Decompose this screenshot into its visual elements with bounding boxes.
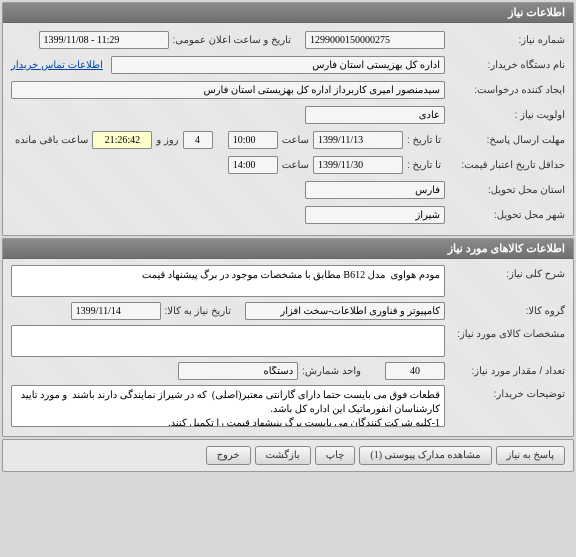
province-label: استان محل تحویل:	[445, 185, 565, 196]
deadline-date-field	[313, 131, 403, 149]
back-button[interactable]: بازگشت	[255, 446, 311, 465]
creator-label: ایجاد کننده درخواست:	[445, 85, 565, 96]
city-field	[305, 206, 445, 224]
need-no-field	[305, 31, 445, 49]
qty-field	[385, 362, 445, 380]
unit-label: واحد شمارش:	[298, 366, 365, 377]
panel1-body: شماره نیاز: تاریخ و ساعت اعلان عمومی: نا…	[3, 23, 573, 235]
deadline-label: مهلت ارسال پاسخ:	[445, 135, 565, 146]
buyer-org-field	[111, 56, 445, 74]
panel1-header: اطلاعات نیاز	[3, 3, 573, 23]
min-valid-label: حداقل تاریخ اعتبار قیمت:	[445, 160, 565, 171]
qty-label: تعداد / مقدار مورد نیاز:	[445, 366, 565, 377]
group-field	[245, 302, 445, 320]
contact-link[interactable]: اطلاعات تماس خریدار	[11, 60, 103, 71]
days-and-label: روز و	[152, 135, 182, 146]
to-date-label-2: تا تاریخ :	[403, 160, 445, 171]
goods-info-panel: اطلاعات کالاهای مورد نیاز شرح کلی نیاز: …	[2, 238, 574, 437]
print-button[interactable]: چاپ	[315, 446, 356, 465]
group-label: گروه کالا:	[445, 306, 565, 317]
priority-field	[305, 106, 445, 124]
public-date-field	[39, 31, 169, 49]
buyer-org-label: نام دستگاه خریدار:	[445, 60, 565, 71]
deadline-time-field	[228, 131, 278, 149]
min-valid-time-field	[228, 156, 278, 174]
need-info-panel: اطلاعات نیاز شماره نیاز: تاریخ و ساعت اع…	[2, 2, 574, 236]
spec-label: مشخصات کالای مورد نیاز:	[445, 325, 565, 340]
attachments-button[interactable]: مشاهده مدارک پیوستی (1)	[359, 446, 491, 465]
priority-label: اولویت نیاز :	[445, 110, 565, 121]
respond-button[interactable]: پاسخ به نیاز	[496, 446, 566, 465]
buyer-notes-label: توضیحات خریدار:	[445, 385, 565, 400]
need-by-date-field	[71, 302, 161, 320]
min-valid-time-label: ساعت	[278, 160, 313, 171]
desc-label: شرح کلی نیاز:	[445, 265, 565, 280]
days-remain-field	[183, 131, 213, 149]
panel2-body: شرح کلی نیاز: گروه کالا: تاریخ نیاز به ک…	[3, 259, 573, 436]
unit-field	[178, 362, 298, 380]
need-no-label: شماره نیاز:	[445, 35, 565, 46]
to-date-label: تا تاریخ :	[403, 135, 445, 146]
desc-field	[11, 265, 445, 297]
min-valid-date-field	[313, 156, 403, 174]
button-bar: پاسخ به نیاز مشاهده مدارک پیوستی (1) چاپ…	[2, 439, 574, 472]
deadline-time-label: ساعت	[278, 135, 313, 146]
time-remain-field	[92, 131, 152, 149]
need-by-date-label: تاریخ نیاز به کالا:	[161, 306, 235, 317]
public-date-label: تاریخ و ساعت اعلان عمومی:	[169, 35, 296, 46]
creator-field	[11, 81, 445, 99]
city-label: شهر محل تحویل:	[445, 210, 565, 221]
remain-label: ساعت باقی مانده	[11, 135, 92, 146]
exit-button[interactable]: خروج	[206, 446, 251, 465]
panel2-header: اطلاعات کالاهای مورد نیاز	[3, 239, 573, 259]
province-field	[305, 181, 445, 199]
spec-field	[11, 325, 445, 357]
buyer-notes-field	[11, 385, 445, 427]
